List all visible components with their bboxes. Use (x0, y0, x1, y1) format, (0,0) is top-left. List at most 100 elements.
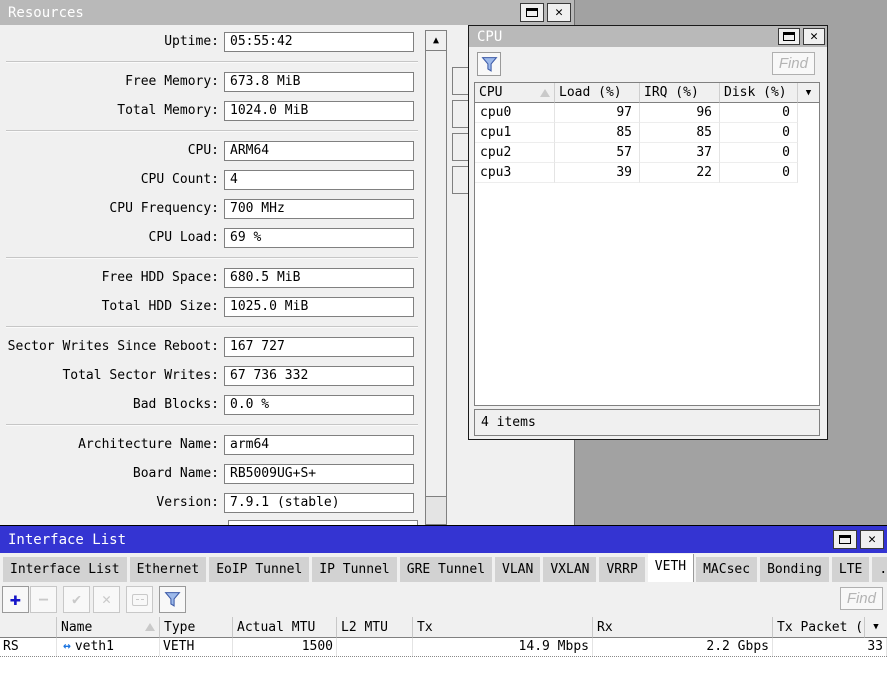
cpu-table-row[interactable]: cpu257370 (475, 143, 819, 163)
tab-bonding[interactable]: Bonding (760, 557, 829, 582)
tab-ip-tunnel[interactable]: IP Tunnel (312, 557, 396, 582)
find-button[interactable]: Find (772, 52, 815, 75)
veth-interface-icon: ↔ (63, 639, 71, 654)
field-value-total-sector-writes[interactable]: 67 736 332 (224, 366, 414, 386)
tab-interface-list[interactable]: Interface List (3, 557, 127, 582)
column-label: CPU (479, 85, 502, 100)
resource-field-row: Board Name:RB5009UG+S+ (0, 464, 574, 484)
tab-blank[interactable]: ... (872, 557, 887, 582)
filter-button[interactable] (477, 52, 501, 76)
cpu-cell-name: cpu1 (475, 123, 555, 143)
column-options-button[interactable]: ▼ (865, 617, 887, 638)
comment-icon (132, 594, 148, 606)
tx-cell: 14.9 Mbps (413, 638, 593, 656)
cpu-cell-name: cpu0 (475, 103, 555, 123)
field-value-free-hdd-space[interactable]: 680.5 MiB (224, 268, 414, 288)
interface-column-header-type[interactable]: Type (160, 617, 233, 638)
column-label: Rx (597, 620, 613, 635)
cpu-column-header-load[interactable]: Load (%) (555, 83, 640, 103)
interface-column-header-blank[interactable] (0, 617, 57, 638)
cpu-column-header-disk[interactable]: Disk (%) (720, 83, 798, 103)
interface-column-header-tx[interactable]: Tx (413, 617, 593, 638)
field-value-cpu[interactable]: ARM64 (224, 141, 414, 161)
column-options-button[interactable]: ▼ (798, 83, 819, 103)
tab-gre-tunnel[interactable]: GRE Tunnel (400, 557, 492, 582)
close-button[interactable]: ✕ (547, 3, 571, 22)
interface-column-header-name[interactable]: Name (57, 617, 160, 638)
field-value-uptime[interactable]: 05:55:42 (224, 32, 414, 52)
group-separator (6, 61, 418, 63)
group-separator (6, 326, 418, 328)
tab-vlan[interactable]: VLAN (495, 557, 540, 582)
cpu-table-row[interactable]: cpu097960 (475, 103, 819, 123)
tab-ethernet[interactable]: Ethernet (130, 557, 207, 582)
field-value-free-memory[interactable]: 673.8 MiB (224, 72, 414, 92)
close-icon: ✕ (810, 30, 818, 43)
comment-button[interactable] (126, 586, 153, 613)
cpu-table-rows: cpu097960cpu185850cpu257370cpu339220 (475, 103, 819, 183)
maximize-button[interactable] (778, 28, 800, 45)
sort-ascending-icon (540, 89, 550, 97)
scrollbar-thumb[interactable] (426, 496, 446, 524)
close-button[interactable]: ✕ (860, 530, 884, 549)
filter-button[interactable] (159, 586, 186, 613)
scroll-up-button[interactable]: ▲ (426, 31, 446, 51)
tx-packet-cell: 33 (773, 638, 887, 656)
interface-column-header-tx-packet[interactable]: Tx Packet ( (773, 617, 865, 638)
cpu-column-header-cpu[interactable]: CPU (475, 83, 555, 103)
field-value-cpu-frequency[interactable]: 700 MHz (224, 199, 414, 219)
column-label: IRQ (%) (644, 85, 699, 100)
cpu-table-row[interactable]: cpu185850 (475, 123, 819, 143)
table-row[interactable]: RS↔veth1VETH150014.9 Mbps2.2 Gbps33 (0, 638, 887, 657)
field-label-bad-blocks: Bad Blocks: (0, 395, 224, 415)
cpu-column-header-irq[interactable]: IRQ (%) (640, 83, 720, 103)
field-value-total-hdd-size[interactable]: 1025.0 MiB (224, 297, 414, 317)
interface-column-header-actual-mtu[interactable]: Actual MTU (233, 617, 337, 638)
field-value-version[interactable]: 7.9.1 (stable) (224, 493, 414, 513)
group-separator (6, 130, 418, 132)
remove-button[interactable]: — (30, 586, 57, 613)
cpu-cell-value: 85 (640, 123, 720, 143)
cpu-table: CPULoad (%)IRQ (%)Disk (%)▼ cpu097960cpu… (474, 82, 820, 406)
cpu-cell-value: 97 (555, 103, 640, 123)
tab-lte[interactable]: LTE (832, 557, 869, 582)
column-label: Actual MTU (237, 620, 315, 635)
resources-titlebar[interactable]: Resources ✕ (0, 0, 574, 25)
close-button[interactable]: ✕ (803, 28, 825, 45)
cpu-titlebar[interactable]: CPU ✕ (469, 26, 827, 47)
cpu-table-row[interactable]: cpu339220 (475, 163, 819, 183)
funnel-icon (164, 591, 181, 608)
interface-column-header-l2-mtu[interactable]: L2 MTU (337, 617, 413, 638)
maximize-button[interactable] (833, 530, 857, 549)
window-title: Interface List (8, 532, 830, 548)
interface-list-titlebar[interactable]: Interface List ✕ (0, 526, 887, 553)
find-button[interactable]: Find (840, 587, 883, 610)
field-value-board-name[interactable]: RB5009UG+S+ (224, 464, 414, 484)
vertical-scrollbar[interactable]: ▲ (425, 30, 447, 525)
field-value-architecture-name[interactable]: arm64 (224, 435, 414, 455)
field-label-free-hdd-space: Free HDD Space: (0, 268, 224, 288)
interface-column-header-rx[interactable]: Rx (593, 617, 773, 638)
field-value-total-memory[interactable]: 1024.0 MiB (224, 101, 414, 121)
cpu-cell-value: 0 (720, 103, 798, 123)
tab-vxlan[interactable]: VXLAN (543, 557, 596, 582)
add-button[interactable]: ✚ (2, 586, 29, 613)
field-value-cpu-count[interactable]: 4 (224, 170, 414, 190)
enable-icon: ✔ (72, 592, 81, 607)
disable-button[interactable]: ✕ (93, 586, 120, 613)
field-value-sector-writes-since-reboot[interactable]: 167 727 (224, 337, 414, 357)
tab-vrrp[interactable]: VRRP (599, 557, 644, 582)
field-value-bad-blocks[interactable]: 0.0 % (224, 395, 414, 415)
tab-eoip-tunnel[interactable]: EoIP Tunnel (209, 557, 309, 582)
resource-field-row: Version:7.9.1 (stable) (0, 493, 574, 513)
type-cell: VETH (160, 638, 233, 656)
tab-macsec[interactable]: MACsec (696, 557, 757, 582)
column-label: Tx (417, 620, 433, 635)
tab-veth[interactable]: VETH (648, 554, 693, 582)
window-title: Resources (8, 5, 517, 21)
cpu-cell-name: cpu3 (475, 163, 555, 183)
cpu-table-header: CPU Load (%) IRQ (%) Disk (%)▼ (475, 83, 819, 103)
field-value-cpu-load[interactable]: 69 % (224, 228, 414, 248)
enable-button[interactable]: ✔ (63, 586, 90, 613)
maximize-button[interactable] (520, 3, 544, 22)
